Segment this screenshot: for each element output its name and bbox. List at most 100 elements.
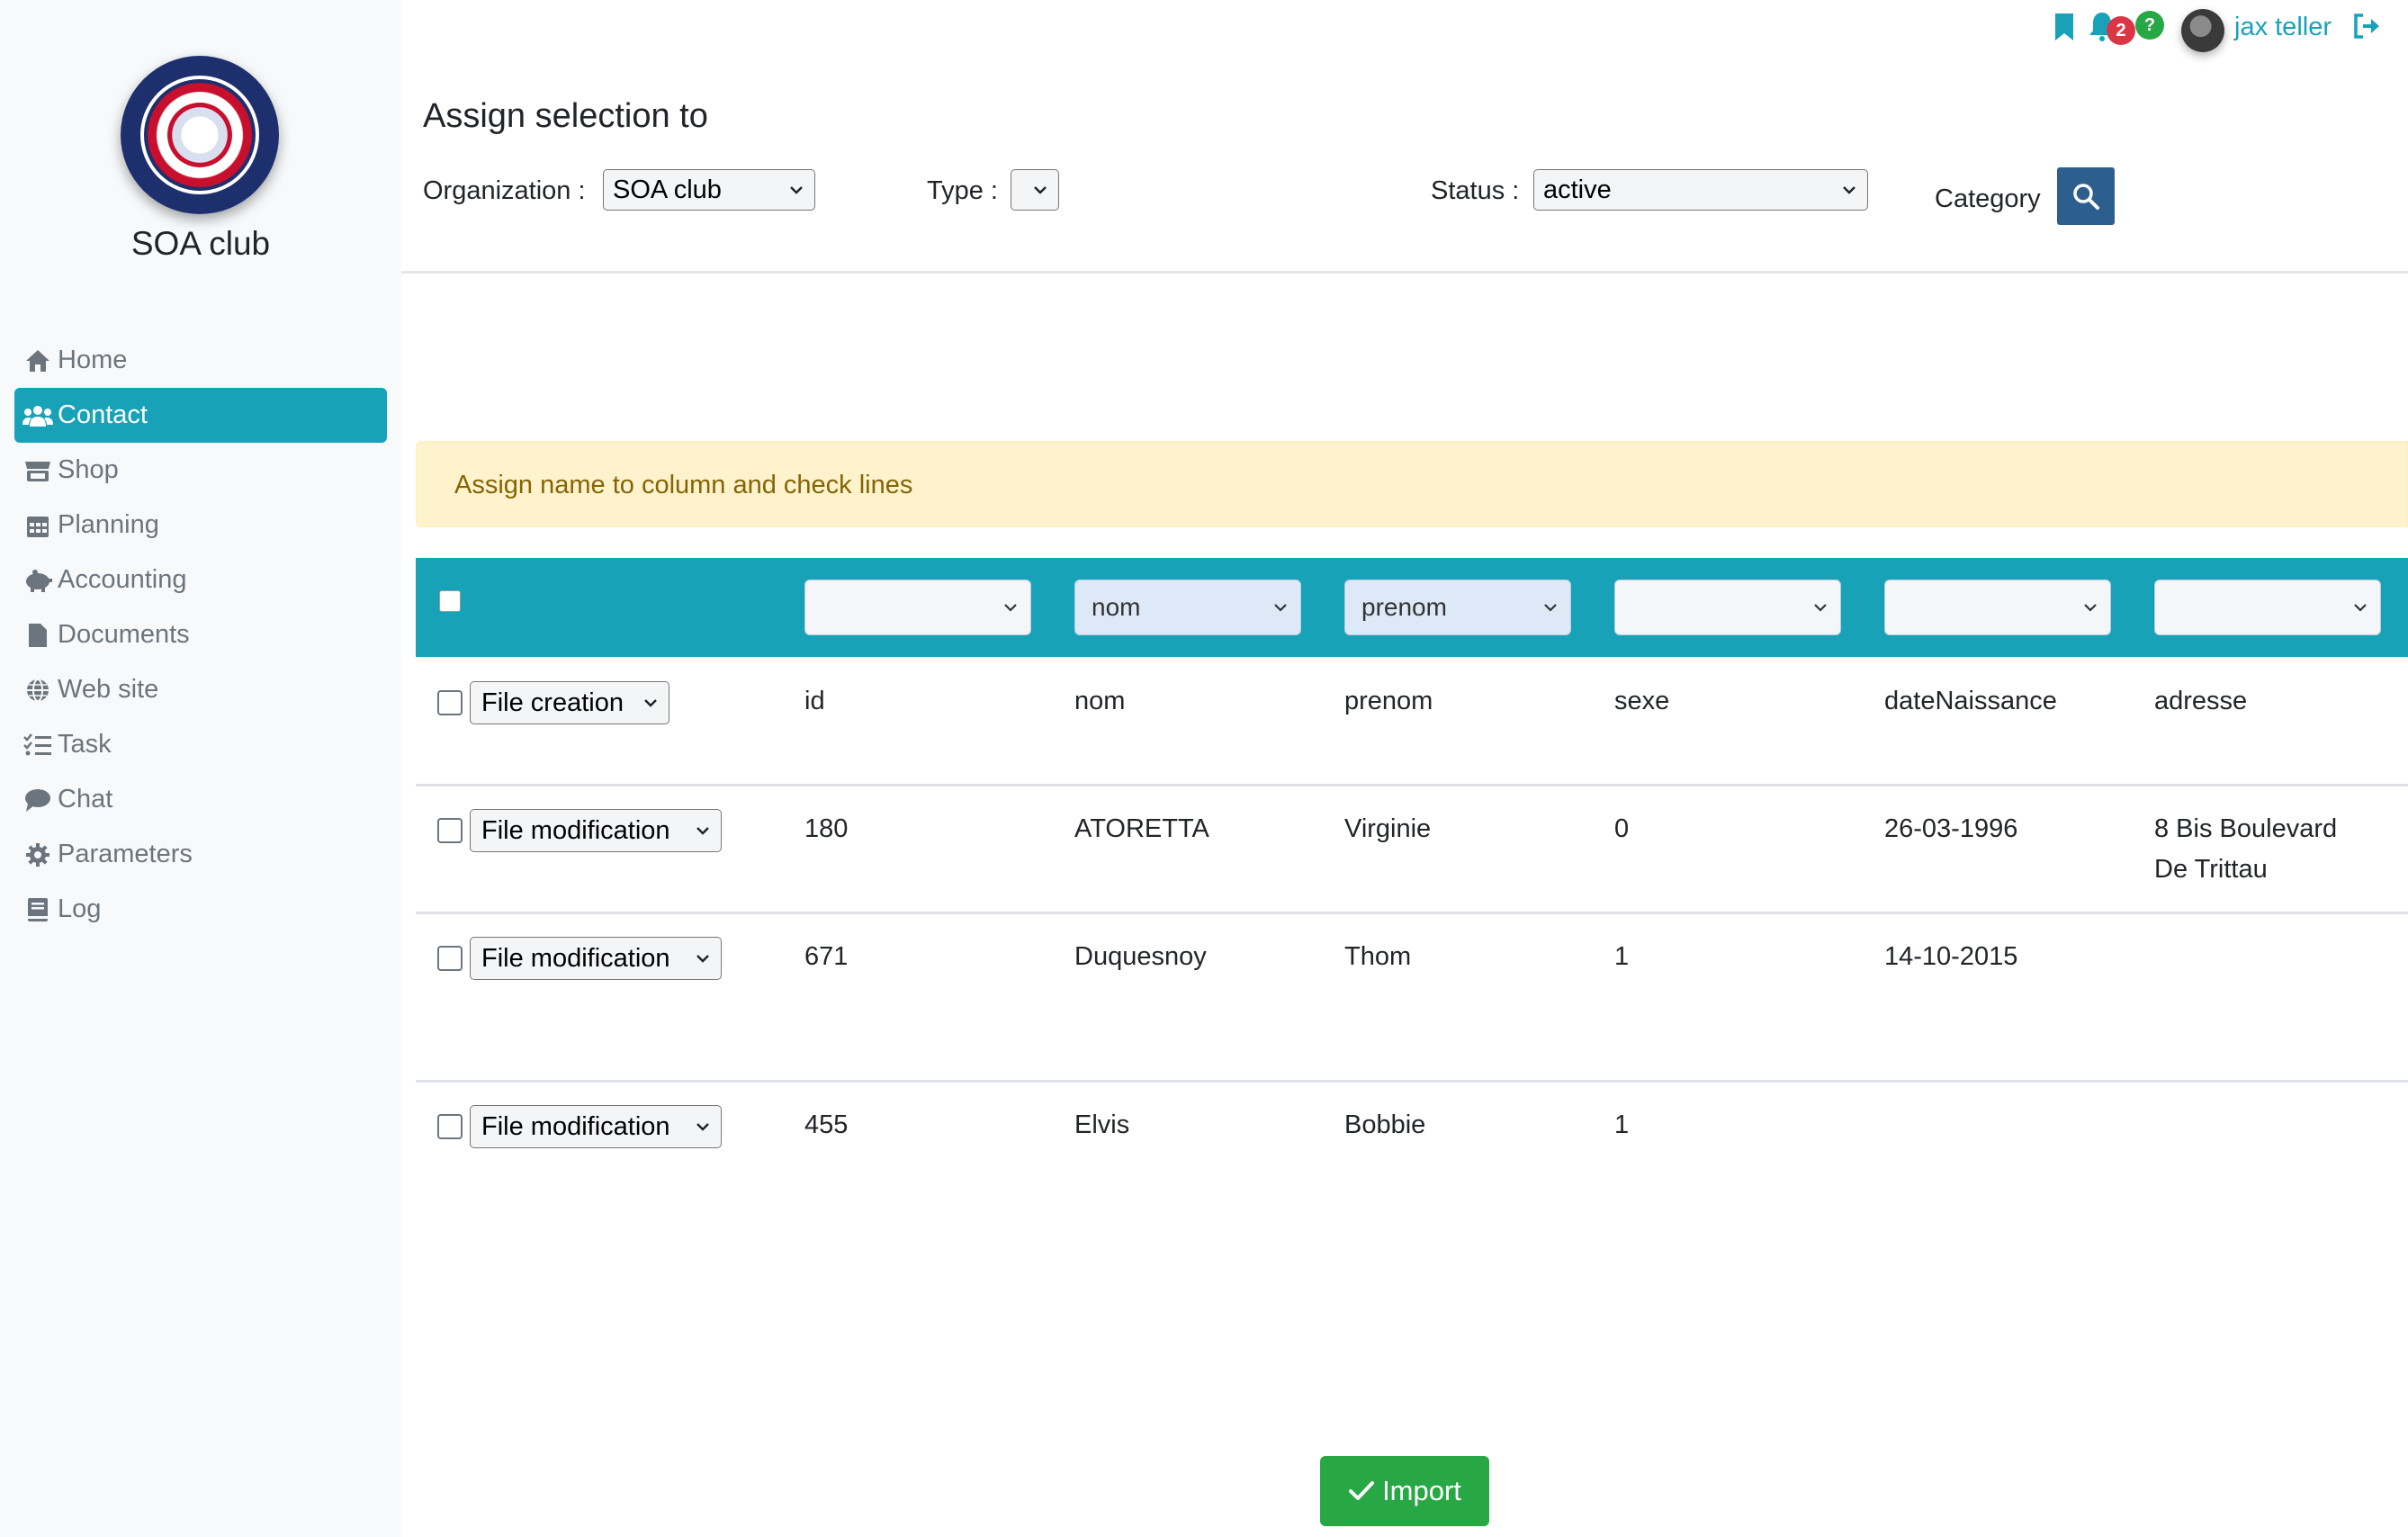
book-icon <box>22 897 54 922</box>
chevron-down-icon <box>1004 604 1017 612</box>
globe-icon <box>22 678 54 703</box>
sidebar-item-planning[interactable]: Planning <box>14 498 387 553</box>
table-cell: dateNaissance <box>1884 687 2057 715</box>
sidebar-item-label: Chat <box>58 785 113 813</box>
sidebar-item-log[interactable]: Log <box>14 882 387 937</box>
chevron-down-icon <box>2084 604 2097 612</box>
row-action-select[interactable]: File modification <box>470 937 722 980</box>
sidebar-item-label: Contact <box>58 400 148 429</box>
table-cell: 8 Bis Boulevard <box>2154 814 2338 843</box>
row-action-select[interactable]: File modification <box>470 1105 722 1148</box>
sidebar-item-chat[interactable]: Chat <box>14 772 387 827</box>
chevron-down-icon <box>2354 604 2367 612</box>
import-button[interactable]: Import <box>1320 1456 1489 1526</box>
row-checkbox[interactable] <box>437 946 463 971</box>
sidebar-item-documents[interactable]: Documents <box>14 607 387 662</box>
chevron-down-icon <box>644 699 657 707</box>
table-cell: Elvis <box>1074 1110 1130 1139</box>
status-select[interactable]: active <box>1533 169 1868 211</box>
sidebar-item-accounting[interactable]: Accounting <box>14 553 387 607</box>
avatar[interactable] <box>2181 9 2224 52</box>
table-cell: 14-10-2015 <box>1884 942 2018 971</box>
header-divider <box>401 271 2408 274</box>
organization-select[interactable]: SOA club <box>603 169 815 211</box>
help-icon[interactable]: ? <box>2135 11 2164 40</box>
sidebar-item-home[interactable]: Home <box>14 333 387 388</box>
table-cell: Duquesnoy <box>1074 942 1207 971</box>
sidebar-item-parameters[interactable]: Parameters <box>14 827 387 882</box>
sidebar-item-label: Home <box>58 346 128 374</box>
users-icon <box>22 404 54 427</box>
category-search-button[interactable] <box>2057 167 2115 225</box>
sidebar-item-label: Log <box>58 894 102 923</box>
piggy-bank-icon <box>22 568 54 593</box>
bookmark-icon[interactable] <box>2053 13 2075 46</box>
alert-message: Assign name to column and check lines <box>454 471 913 499</box>
row-checkbox[interactable] <box>437 1114 463 1139</box>
import-button-label: Import <box>1382 1475 1461 1506</box>
table-cell: 0 <box>1614 814 1630 843</box>
user-name-link[interactable]: jax teller <box>2234 13 2332 42</box>
organization-label: Organization : <box>423 176 586 205</box>
sidebar-item-contact[interactable]: Contact <box>14 388 387 443</box>
sidebar-item-label: Planning <box>58 510 159 539</box>
table-cell: sexe <box>1614 687 1670 715</box>
row-checkbox[interactable] <box>437 818 463 843</box>
club-logo <box>121 56 279 214</box>
column-select-5[interactable] <box>1884 580 2111 635</box>
row-action-select[interactable]: File modification <box>470 809 722 852</box>
table-cell: Bobbie <box>1344 1110 1426 1139</box>
home-icon <box>22 348 54 373</box>
sidebar-item-shop[interactable]: Shop <box>14 443 387 498</box>
column-select-value: nom <box>1092 593 1141 621</box>
organization-select-value: SOA club <box>613 175 722 204</box>
page-title: Assign selection to <box>423 97 708 135</box>
row-action-value: File creation <box>481 688 624 717</box>
row-divider <box>416 1080 2408 1083</box>
chevron-down-icon <box>1544 604 1557 612</box>
sidebar-item-label: Task <box>58 730 112 759</box>
type-select[interactable] <box>1011 169 1059 211</box>
tasks-icon <box>22 733 54 757</box>
sidebar-item-label: Shop <box>58 455 119 484</box>
chevron-down-icon <box>696 1123 709 1131</box>
select-all-checkbox[interactable] <box>439 590 461 612</box>
chevron-down-icon <box>1843 186 1855 194</box>
row-divider <box>416 784 2408 786</box>
logout-icon[interactable] <box>2352 13 2383 44</box>
comment-icon <box>22 787 54 813</box>
sidebar-item-task[interactable]: Task <box>14 717 387 772</box>
column-select-4[interactable] <box>1614 580 1841 635</box>
type-label: Type : <box>927 176 998 205</box>
notification-count-badge: 2 <box>2107 16 2135 45</box>
check-icon <box>1349 1481 1375 1500</box>
table-cell: 455 <box>804 1110 849 1139</box>
sidebar-nav: Home Contact Shop Planning Accounting Do… <box>14 333 387 937</box>
sidebar-item-website[interactable]: Web site <box>14 662 387 717</box>
chevron-down-icon <box>696 827 709 835</box>
row-checkbox[interactable] <box>437 690 463 715</box>
table-cell: 26-03-1996 <box>1884 814 2018 843</box>
column-select-2[interactable]: nom <box>1074 580 1301 635</box>
gear-icon <box>22 842 54 867</box>
table-cell: De Trittau <box>2154 855 2268 884</box>
row-action-value: File modification <box>481 1111 670 1141</box>
org-name: SOA club <box>130 225 271 262</box>
table-cell: Virginie <box>1344 814 1432 843</box>
row-divider <box>416 912 2408 914</box>
sidebar-item-label: Accounting <box>58 565 187 594</box>
table-cell: id <box>804 687 825 715</box>
calendar-icon <box>22 513 54 538</box>
column-select-3[interactable]: prenom <box>1344 580 1571 635</box>
column-select-6[interactable] <box>2154 580 2381 635</box>
chevron-down-icon <box>1274 604 1287 612</box>
table-cell: 671 <box>804 942 849 971</box>
table-cell: adresse <box>2154 687 2248 715</box>
table-cell: nom <box>1074 687 1126 715</box>
status-label: Status : <box>1431 176 1520 205</box>
column-select-1[interactable] <box>804 580 1031 635</box>
store-icon <box>22 458 54 483</box>
chevron-down-icon <box>1814 604 1827 612</box>
row-action-select[interactable]: File creation <box>470 681 669 724</box>
column-select-value: prenom <box>1361 593 1447 621</box>
